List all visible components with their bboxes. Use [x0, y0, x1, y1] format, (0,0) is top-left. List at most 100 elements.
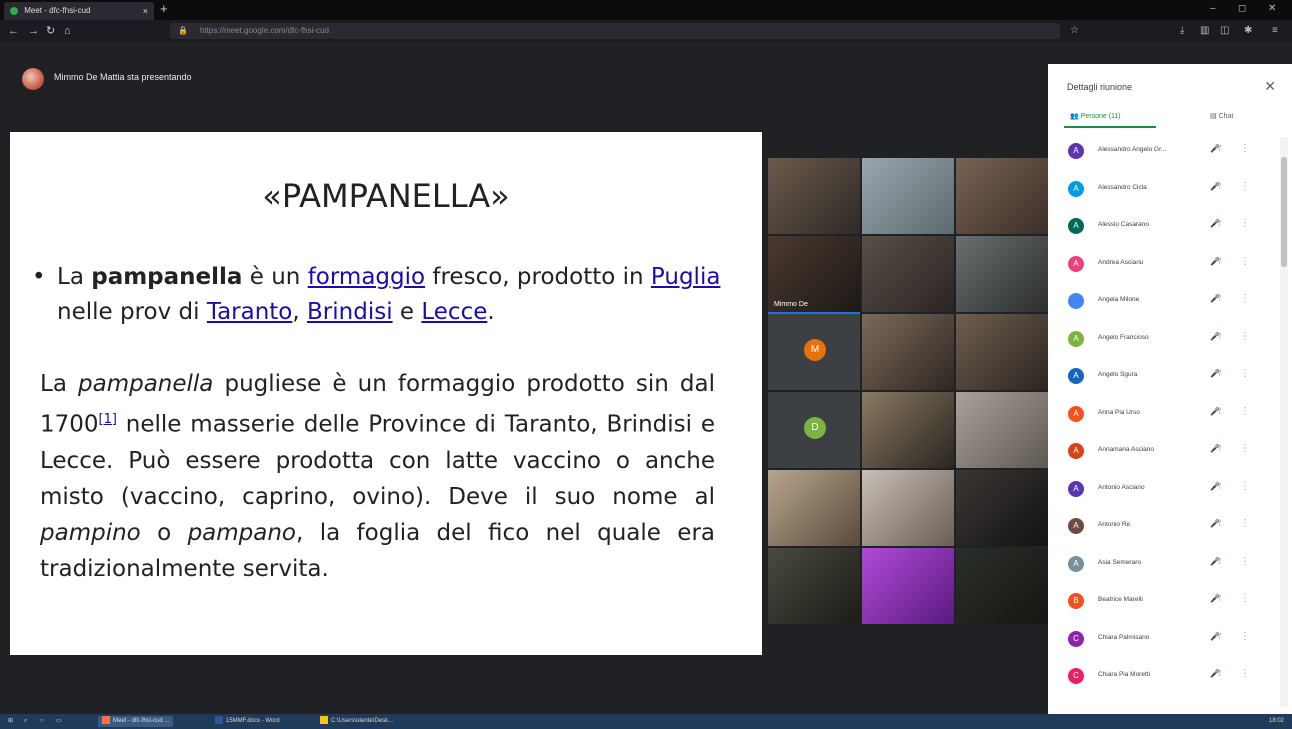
scrollbar-thumb[interactable]: [1281, 157, 1287, 267]
video-tile[interactable]: [768, 158, 860, 234]
mic-muted-icon[interactable]: 🎤̸: [1210, 482, 1220, 491]
link-taranto[interactable]: Taranto: [207, 299, 293, 325]
url-bar[interactable]: 🔒 https://meet.google.com/dfc-fhsi-cud: [170, 23, 1060, 39]
clock[interactable]: 18:02: [1269, 718, 1284, 724]
participant-row[interactable]: A Alessandro Angelo Gr... 🎤̸ ⋮: [1048, 137, 1280, 174]
link-formaggio[interactable]: formaggio: [308, 264, 425, 290]
participant-row[interactable]: A Antonio Re 🎤̸ ⋮: [1048, 512, 1280, 549]
mic-muted-icon[interactable]: 🎤̸: [1210, 144, 1220, 153]
more-options-icon[interactable]: ⋮: [1240, 218, 1250, 229]
more-options-icon[interactable]: ⋮: [1240, 593, 1250, 604]
more-options-icon[interactable]: ⋮: [1240, 631, 1250, 642]
forward-arrow-icon[interactable]: →: [28, 23, 39, 39]
taskbar-item-explorer[interactable]: C:\Users\utente\Desk...: [320, 716, 393, 727]
video-tile[interactable]: [862, 548, 954, 624]
taskbar-item-firefox[interactable]: Meet - dfc-fhsi-cud ...: [98, 716, 174, 727]
extension-icon[interactable]: ✱: [1244, 23, 1252, 39]
mic-muted-icon[interactable]: 🎤̸: [1210, 632, 1220, 641]
more-options-icon[interactable]: ⋮: [1240, 668, 1250, 679]
more-options-icon[interactable]: ⋮: [1240, 293, 1250, 304]
video-tile[interactable]: [862, 470, 954, 546]
mic-muted-icon[interactable]: 🎤̸: [1210, 519, 1220, 528]
video-tile-presenter[interactable]: Mimmo De: [768, 236, 860, 314]
participant-row[interactable]: C Chiara Palmisano 🎤̸ ⋮: [1048, 625, 1280, 662]
downloads-icon[interactable]: ⤓: [1180, 23, 1184, 39]
mic-muted-icon[interactable]: 🎤̸: [1210, 294, 1220, 303]
participant-row[interactable]: C Chiara Pia Moretti 🎤̸ ⋮: [1048, 662, 1280, 699]
reload-icon[interactable]: ↻: [46, 23, 55, 39]
link-lecce[interactable]: Lecce: [421, 299, 487, 325]
participant-row[interactable]: A Annamaria Asciano 🎤̸ ⋮: [1048, 437, 1280, 474]
minimize-button[interactable]: –: [1210, 0, 1216, 18]
mic-muted-icon[interactable]: 🎤̸: [1210, 557, 1220, 566]
video-tile[interactable]: [768, 548, 860, 624]
more-options-icon[interactable]: ⋮: [1240, 556, 1250, 567]
mic-muted-icon[interactable]: 🎤̸: [1210, 594, 1220, 603]
video-tile[interactable]: [956, 158, 1048, 234]
library-icon[interactable]: ▥: [1200, 23, 1209, 39]
mic-muted-icon[interactable]: 🎤̸: [1210, 332, 1220, 341]
more-options-icon[interactable]: ⋮: [1240, 518, 1250, 529]
cortana-icon[interactable]: ○: [40, 716, 44, 727]
start-icon[interactable]: ⊞: [8, 716, 13, 727]
bookmark-star-icon[interactable]: ☆: [1070, 23, 1079, 39]
new-tab-button[interactable]: +: [160, 0, 168, 18]
more-options-icon[interactable]: ⋮: [1240, 143, 1250, 154]
participant-row[interactable]: B Beatrice Marelli 🎤̸ ⋮: [1048, 587, 1280, 624]
video-tile[interactable]: [956, 392, 1048, 468]
video-tile[interactable]: [862, 314, 954, 390]
home-icon[interactable]: ⌂: [64, 23, 71, 39]
participant-row[interactable]: A Asia Semeraro 🎤̸ ⋮: [1048, 550, 1280, 587]
participant-row[interactable]: A Alessio Casarano 🎤̸ ⋮: [1048, 212, 1280, 249]
more-options-icon[interactable]: ⋮: [1240, 368, 1250, 379]
sidebar-icon[interactable]: ◫: [1220, 23, 1229, 39]
participant-row[interactable]: A Andrea Ascianu 🎤̸ ⋮: [1048, 250, 1280, 287]
more-options-icon[interactable]: ⋮: [1240, 181, 1250, 192]
participant-row[interactable]: Angela Milone 🎤̸ ⋮: [1048, 287, 1280, 324]
participant-row[interactable]: A Antonio Asciano 🎤̸ ⋮: [1048, 475, 1280, 512]
panel-close-button[interactable]: ✕: [1264, 78, 1276, 95]
more-options-icon[interactable]: ⋮: [1240, 331, 1250, 342]
mic-muted-icon[interactable]: 🎤̸: [1210, 219, 1220, 228]
participant-list-scrollbar[interactable]: [1280, 137, 1288, 707]
mic-muted-icon[interactable]: 🎤̸: [1210, 257, 1220, 266]
video-tile[interactable]: [862, 158, 954, 234]
participant-row[interactable]: A Angelo Francioso 🎤̸ ⋮: [1048, 325, 1280, 362]
participant-name: Anna Pia Urso: [1098, 408, 1140, 416]
video-tile[interactable]: [956, 548, 1048, 624]
maximize-button[interactable]: ◻: [1238, 0, 1246, 18]
tab-close-icon[interactable]: ×: [143, 2, 148, 20]
video-tile[interactable]: [956, 470, 1048, 546]
mic-muted-icon[interactable]: 🎤̸: [1210, 444, 1220, 453]
tab-people[interactable]: 👥 Persone (11): [1070, 112, 1121, 120]
participant-row[interactable]: A Angelo Sgura 🎤̸ ⋮: [1048, 362, 1280, 399]
video-tile[interactable]: [956, 314, 1048, 390]
close-window-button[interactable]: ✕: [1268, 0, 1276, 18]
link-brindisi[interactable]: Brindisi: [307, 299, 393, 325]
participant-row[interactable]: A Anna Pia Urso 🎤̸ ⋮: [1048, 400, 1280, 437]
mic-muted-icon[interactable]: 🎤̸: [1210, 369, 1220, 378]
browser-tab[interactable]: Meet - dfc-fhsi-cud ×: [4, 2, 154, 20]
video-tile[interactable]: [862, 236, 954, 312]
task-view-icon[interactable]: ▭: [56, 716, 62, 727]
participant-row[interactable]: A Alessandro Cicla 🎤̸ ⋮: [1048, 175, 1280, 212]
more-options-icon[interactable]: ⋮: [1240, 443, 1250, 454]
search-icon[interactable]: ⌕: [24, 716, 27, 727]
menu-icon[interactable]: ≡: [1272, 23, 1278, 39]
video-tile[interactable]: [768, 470, 860, 546]
mic-muted-icon[interactable]: 🎤̸: [1210, 669, 1220, 678]
video-tile[interactable]: D: [768, 392, 860, 468]
video-tile[interactable]: M: [768, 314, 860, 390]
video-tile[interactable]: [862, 392, 954, 468]
more-options-icon[interactable]: ⋮: [1240, 406, 1250, 417]
back-arrow-icon[interactable]: ←: [8, 23, 19, 39]
mic-muted-icon[interactable]: 🎤̸: [1210, 182, 1220, 191]
video-tile[interactable]: [956, 236, 1048, 312]
taskbar-item-word[interactable]: 15MMF.docx - Word: [215, 716, 280, 727]
link-puglia[interactable]: Puglia: [651, 264, 721, 290]
mic-muted-icon[interactable]: 🎤̸: [1210, 407, 1220, 416]
more-options-icon[interactable]: ⋮: [1240, 481, 1250, 492]
tab-chat[interactable]: ▤ Chat: [1210, 112, 1233, 120]
footnote-link[interactable]: [1]: [99, 412, 117, 427]
more-options-icon[interactable]: ⋮: [1240, 256, 1250, 267]
